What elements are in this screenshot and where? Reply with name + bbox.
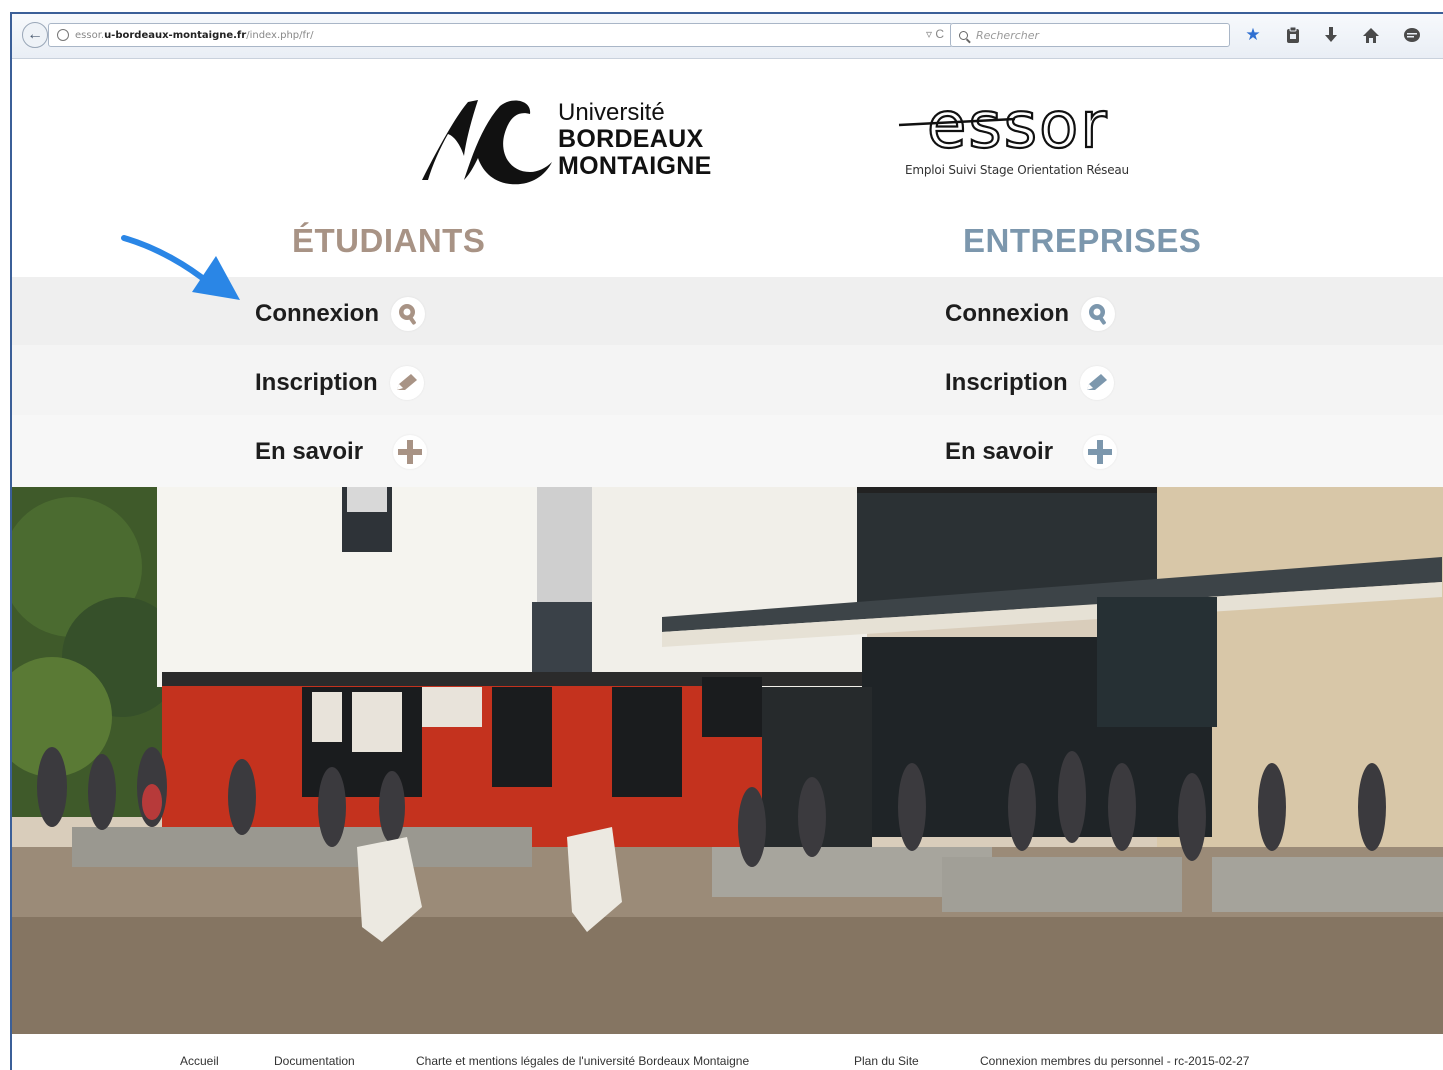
address-bar[interactable]: essor.u-bordeaux-montaigne.fr/index.php/… [48,23,953,47]
footer-link-connexion-personnel[interactable]: Connexion membres du personnel - rc-2015… [980,1054,1249,1068]
etudiants-inscription-link[interactable]: Inscription [255,363,424,403]
link-label: Inscription [255,369,378,396]
essor-tagline: Emploi Suivi Stage Orientation Réseau [905,163,1129,177]
essor-logo[interactable]: essor Emploi Suivi Stage Orientation Rés… [895,85,1185,185]
download-icon[interactable] [1320,24,1342,46]
ubm-mark-icon [422,100,552,185]
clipboard-icon[interactable] [1282,24,1304,46]
university-line2: BORDEAUX [558,125,704,153]
magnifier-icon [959,30,968,40]
back-button[interactable]: ← [22,22,48,48]
university-logo[interactable]: Université BORDEAUX MONTAIGNE [420,96,730,188]
entreprises-en-savoir-link[interactable]: En savoir [945,432,1118,472]
search-icon [1081,297,1115,331]
campus-photo [12,487,1443,1034]
pencil-icon [389,366,424,400]
entreprises-connexion-link[interactable]: Connexion [945,294,1115,334]
entreprises-title: ENTREPRISES [963,222,1202,259]
star-icon[interactable]: ★ [1242,24,1264,46]
link-label: Connexion [945,300,1069,327]
pencil-icon [1079,366,1114,400]
search-bar[interactable]: Rechercher [950,23,1230,47]
search-icon [391,297,425,331]
link-label: En savoir [255,438,364,465]
link-label: Inscription [945,369,1068,396]
url-text: essor.u-bordeaux-montaigne.fr/index.php/… [75,29,314,41]
university-line1: Université [558,99,665,126]
footer-link-documentation[interactable]: Documentation [274,1054,355,1068]
footer-link-accueil[interactable]: Accueil [180,1054,219,1068]
etudiants-en-savoir-link[interactable]: En savoir [255,432,428,472]
university-line3: MONTAIGNE [558,152,712,180]
chat-icon[interactable] [1401,24,1423,46]
etudiants-title: ÉTUDIANTS [292,222,486,259]
entreprises-inscription-link[interactable]: Inscription [945,363,1114,403]
plus-icon [1083,435,1118,469]
footer-link-plan-du-site[interactable]: Plan du Site [854,1054,919,1068]
etudiants-connexion-link[interactable]: Connexion [255,294,425,334]
annotation-arrow-icon [121,235,240,300]
footer: Accueil Documentation Charte et mentions… [12,1034,1443,1070]
reload-icon[interactable]: ▿ C [926,27,944,41]
essor-text: essor [927,89,1109,161]
search-placeholder: Rechercher [976,28,1040,42]
university-name: Université BORDEAUX MONTAIGNE [558,100,712,180]
back-arrow-icon: ← [27,26,43,43]
browser-toolbar: ← essor.u-bordeaux-montaigne.fr/index.ph… [12,14,1443,59]
links-band-2 [12,345,1443,415]
footer-link-charte[interactable]: Charte et mentions légales de l'universi… [416,1054,749,1068]
links-band-3 [12,415,1443,487]
link-label: En savoir [945,438,1054,465]
globe-icon [57,29,69,41]
essor-wordmark: essor [898,88,1109,164]
plus-icon [393,435,428,469]
home-icon[interactable] [1360,24,1382,46]
link-label: Connexion [255,300,379,327]
